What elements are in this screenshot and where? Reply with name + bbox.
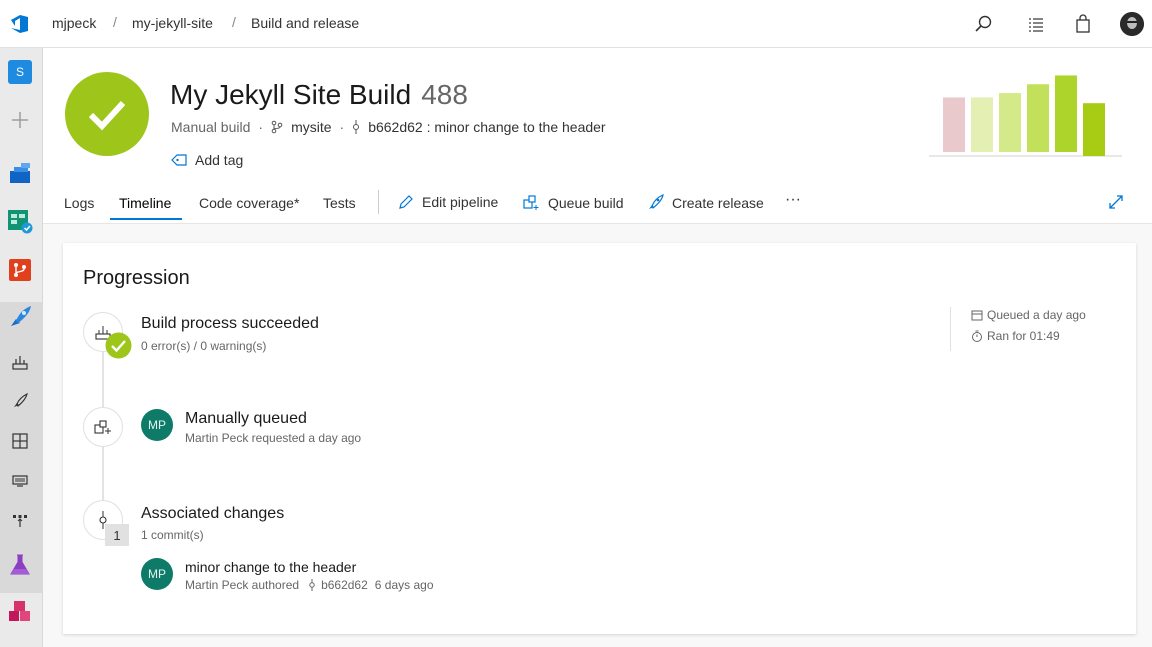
azure-devops-logo-icon[interactable]	[8, 12, 32, 36]
progression-card: Progression Build process succeeded 0 er…	[63, 243, 1136, 634]
queue-icon	[94, 420, 111, 434]
breadcrumb-section[interactable]: Build and release	[251, 15, 359, 31]
tab-logs[interactable]: Logs	[64, 195, 94, 211]
history-bar[interactable]	[971, 97, 993, 152]
commit-age: 6 days ago	[374, 578, 434, 592]
commit-author: Martin Peck authored	[185, 578, 300, 592]
builds-icon[interactable]	[7, 349, 33, 375]
meta-dot: ·	[258, 119, 264, 135]
search-icon[interactable]	[973, 13, 995, 35]
edit-pipeline-label: Edit pipeline	[422, 194, 499, 210]
overview-icon[interactable]	[7, 160, 33, 186]
build-trigger: Manual build	[171, 119, 251, 135]
avatar: MP	[141, 558, 173, 590]
build-number: 488	[421, 79, 468, 110]
commit-link[interactable]: b662d62 : minor change to the header	[368, 119, 605, 135]
create-release-button[interactable]: Create release	[647, 194, 764, 211]
commit-icon	[353, 120, 360, 134]
tab-timeline[interactable]: Timeline	[119, 195, 171, 211]
tab-tests[interactable]: Tests	[323, 195, 356, 211]
build-meta: Manual build · mysite · b662d62 : minor …	[171, 119, 606, 135]
commit-count-badge: 1	[105, 524, 129, 546]
toolbar-divider	[378, 190, 379, 214]
build-title: My Jekyll Site Build 488	[170, 79, 468, 111]
artifacts-icon[interactable]	[7, 599, 33, 625]
avatar: MP	[141, 409, 173, 441]
step-title: Manually queued	[185, 410, 307, 427]
info-divider	[950, 307, 951, 351]
progression-title: Progression	[83, 267, 190, 289]
queued-text: Queued a day ago	[987, 308, 1086, 322]
duration-info: Ran for 01:49	[971, 329, 1060, 343]
active-tab-indicator	[110, 218, 182, 220]
breadcrumb-separator: /	[113, 14, 117, 30]
more-actions-button[interactable]: ···	[785, 191, 801, 209]
history-bar[interactable]	[1083, 103, 1105, 156]
build-header: My Jekyll Site Build 488 Manual build · m…	[43, 48, 1152, 224]
tab-code-coverage[interactable]: Code coverage*	[199, 195, 299, 211]
repos-icon[interactable]	[7, 257, 33, 283]
rocket-icon	[649, 194, 664, 209]
pipelines-icon[interactable]	[7, 304, 33, 330]
step-title: Associated changes	[141, 505, 285, 522]
boards-icon[interactable]	[7, 208, 33, 234]
list-icon[interactable]	[1025, 13, 1047, 35]
timer-icon	[972, 330, 982, 342]
sidebar: S	[0, 48, 43, 647]
pencil-icon	[399, 195, 413, 209]
edit-pipeline-button[interactable]: Edit pipeline	[398, 194, 498, 210]
library-icon[interactable]	[7, 428, 33, 454]
step-subtitle: 1 commit(s)	[141, 528, 204, 542]
branch-link[interactable]: mysite	[291, 119, 331, 135]
history-bar[interactable]	[1055, 75, 1077, 152]
top-bar: mjpeck / my-jekyll-site / Build and rele…	[0, 0, 1152, 48]
create-release-label: Create release	[672, 194, 764, 211]
deployment-groups-icon[interactable]	[7, 508, 33, 534]
branch-icon	[271, 120, 283, 134]
breadcrumb-project[interactable]: my-jekyll-site	[132, 15, 213, 31]
task-groups-icon[interactable]	[7, 468, 33, 494]
expand-icon[interactable]	[1108, 194, 1124, 210]
queued-info: Queued a day ago	[971, 308, 1086, 322]
step-subtitle: Martin Peck requested a day ago	[185, 431, 362, 445]
queued-step-node	[83, 407, 123, 447]
commit-icon	[309, 579, 315, 591]
commit-details: Martin Peck authored b662d62 6 days ago	[185, 578, 434, 592]
releases-icon[interactable]	[7, 388, 33, 414]
shopping-bag-icon[interactable]	[1072, 13, 1094, 35]
add-tag-button[interactable]: Add tag	[171, 152, 243, 168]
history-bar[interactable]	[1027, 84, 1049, 152]
history-bar[interactable]	[999, 93, 1021, 152]
step-title[interactable]: Build process succeeded	[141, 315, 319, 333]
step-subtitle: 0 error(s) / 0 warning(s)	[141, 339, 267, 353]
add-icon[interactable]	[7, 107, 33, 133]
project-avatar[interactable]: S	[7, 59, 33, 85]
success-check-icon	[65, 72, 149, 156]
add-tag-label: Add tag	[195, 152, 244, 168]
queue-icon	[523, 195, 539, 210]
commit-hash[interactable]: b662d62	[321, 578, 368, 592]
history-bar[interactable]	[943, 97, 965, 152]
tag-icon	[171, 154, 187, 166]
calendar-icon	[971, 310, 983, 321]
build-history-chart	[929, 68, 1122, 160]
build-name: My Jekyll Site Build	[170, 79, 412, 110]
user-avatar[interactable]	[1120, 12, 1144, 36]
test-plans-icon[interactable]	[7, 552, 33, 578]
breadcrumb-separator: /	[232, 14, 236, 30]
duration-text: Ran for 01:49	[987, 329, 1060, 343]
queue-build-button[interactable]: Queue build	[523, 194, 624, 211]
breadcrumb-org[interactable]: mjpeck	[52, 15, 96, 31]
meta-dot: ·	[339, 119, 345, 135]
commit-message[interactable]: minor change to the header	[185, 559, 356, 575]
queue-build-label: Queue build	[548, 194, 624, 211]
success-check-icon	[105, 332, 132, 359]
